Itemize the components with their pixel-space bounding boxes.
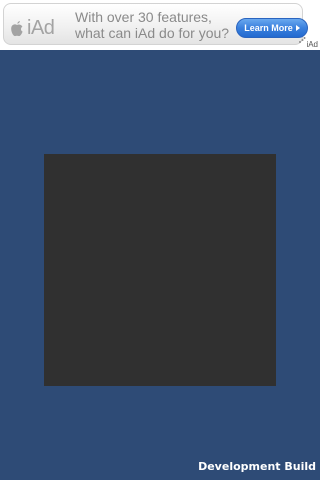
- game-view[interactable]: Development Build: [0, 50, 320, 480]
- ad-headline-line-2: what can iAd do for you?: [75, 25, 230, 41]
- ad-headline: With over 30 features, what can iAd do f…: [75, 9, 235, 41]
- apple-logo-icon: [11, 20, 23, 36]
- iad-banner[interactable]: iAd With over 30 features, what can iAd …: [0, 0, 320, 50]
- dots-icon: [299, 37, 306, 43]
- dark-square: [44, 154, 276, 386]
- iad-logo: iAd: [10, 16, 55, 40]
- chevron-right-icon: [295, 25, 300, 31]
- iad-tag: iAd: [306, 40, 318, 49]
- iad-brand-text: iAd: [27, 17, 55, 39]
- development-build-label: Development Build: [198, 460, 316, 473]
- app-screen: iAd With over 30 features, what can iAd …: [0, 0, 320, 480]
- iad-banner-card[interactable]: iAd With over 30 features, what can iAd …: [3, 3, 308, 45]
- learn-more-button[interactable]: Learn More: [236, 18, 308, 38]
- learn-more-label: Learn More: [244, 23, 293, 33]
- ad-headline-line-1: With over 30 features,: [75, 9, 212, 25]
